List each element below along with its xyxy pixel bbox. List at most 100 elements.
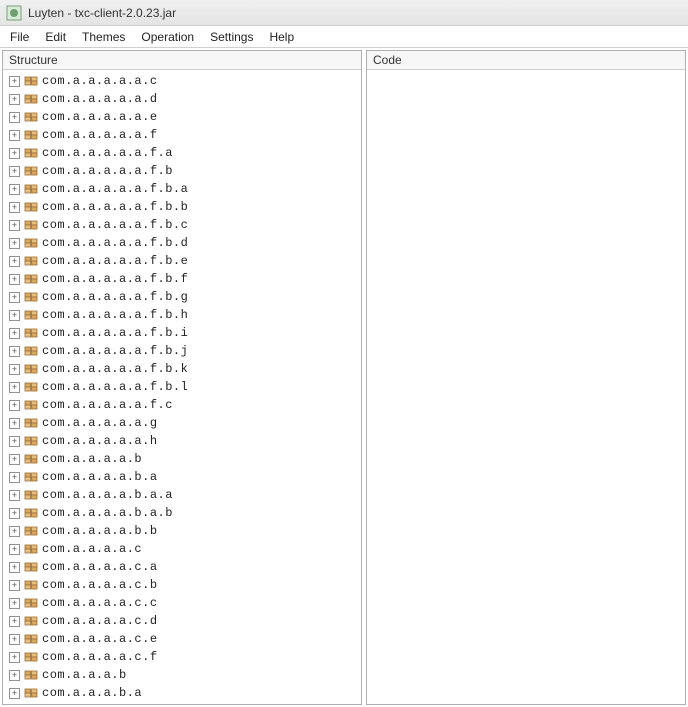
- expand-icon[interactable]: +: [9, 202, 20, 213]
- tree-row[interactable]: + com.a.a.a.a.b.b: [3, 522, 361, 540]
- tree-row[interactable]: + com.a.a.a.a.c.d: [3, 612, 361, 630]
- menu-file[interactable]: File: [2, 28, 37, 46]
- package-label: com.a.a.a.a.b.a: [42, 470, 158, 484]
- package-label: com.a.a.a.a.a.f.b.g: [42, 290, 188, 304]
- expand-icon[interactable]: +: [9, 256, 20, 267]
- expand-icon[interactable]: +: [9, 454, 20, 465]
- expand-icon[interactable]: +: [9, 688, 20, 699]
- tree-row[interactable]: + com.a.a.a.a.a.f.b.k: [3, 360, 361, 378]
- tree-row[interactable]: + com.a.a.a.a.b.a.a: [3, 486, 361, 504]
- package-label: com.a.a.a.a.a.f.b.i: [42, 326, 188, 340]
- tree-row[interactable]: + com.a.a.a.a.a.f.b.j: [3, 342, 361, 360]
- expand-icon[interactable]: +: [9, 364, 20, 375]
- tree-row[interactable]: + com.a.a.a.a.c: [3, 540, 361, 558]
- tree-row[interactable]: + com.a.a.a.a.a.f.b.g: [3, 288, 361, 306]
- tree-row[interactable]: + com.a.a.a.a.a.h: [3, 432, 361, 450]
- expand-icon[interactable]: +: [9, 418, 20, 429]
- expand-icon[interactable]: +: [9, 508, 20, 519]
- tree-row[interactable]: + com.a.a.a.a.a.g: [3, 414, 361, 432]
- expand-icon[interactable]: +: [9, 292, 20, 303]
- tree-row[interactable]: + com.a.a.a.a.b.a.b: [3, 504, 361, 522]
- tree-row[interactable]: + com.a.a.a.a.a.f.b.d: [3, 234, 361, 252]
- package-icon: [24, 416, 38, 430]
- tree-row[interactable]: + com.a.a.a.a.c.b: [3, 576, 361, 594]
- tree-row[interactable]: + com.a.a.a.a.c.c: [3, 594, 361, 612]
- expand-icon[interactable]: +: [9, 670, 20, 681]
- expand-icon[interactable]: +: [9, 400, 20, 411]
- tree-row[interactable]: + com.a.a.a.a.a.f.b.c: [3, 216, 361, 234]
- expand-icon[interactable]: +: [9, 544, 20, 555]
- expand-icon[interactable]: +: [9, 220, 20, 231]
- tree-row[interactable]: + com.a.a.a.a.a.f.b.h: [3, 306, 361, 324]
- tree-row[interactable]: + com.a.a.a.a.b.a: [3, 468, 361, 486]
- tree-row[interactable]: + com.a.a.a.a.a.e: [3, 108, 361, 126]
- tree-row[interactable]: + com.a.a.a.a.a.f.b.b: [3, 198, 361, 216]
- expand-icon[interactable]: +: [9, 652, 20, 663]
- expand-icon[interactable]: +: [9, 130, 20, 141]
- code-area[interactable]: [367, 70, 685, 704]
- package-icon: [24, 218, 38, 232]
- tree-row[interactable]: + com.a.a.a.a.a.d: [3, 90, 361, 108]
- expand-icon[interactable]: +: [9, 346, 20, 357]
- expand-icon[interactable]: +: [9, 580, 20, 591]
- expand-icon[interactable]: +: [9, 382, 20, 393]
- tree-row[interactable]: + com.a.a.a.a.a.f.b.f: [3, 270, 361, 288]
- menu-themes[interactable]: Themes: [74, 28, 133, 46]
- expand-icon[interactable]: +: [9, 616, 20, 627]
- menu-settings[interactable]: Settings: [202, 28, 261, 46]
- expand-icon[interactable]: +: [9, 310, 20, 321]
- tree-row[interactable]: + com.a.a.a.a.a.f.b.l: [3, 378, 361, 396]
- expand-icon[interactable]: +: [9, 472, 20, 483]
- tree-row[interactable]: + com.a.a.a.a.a.c: [3, 72, 361, 90]
- package-tree[interactable]: + com.a.a.a.a.a.c+ com.a.a.a.a.a.d+ com.…: [3, 70, 361, 704]
- tree-row[interactable]: + com.a.a.a.b.a.a: [3, 702, 361, 704]
- menu-help[interactable]: Help: [261, 28, 302, 46]
- tree-row[interactable]: + com.a.a.a.a.a.f.c: [3, 396, 361, 414]
- expand-icon[interactable]: +: [9, 598, 20, 609]
- tree-row[interactable]: + com.a.a.a.b: [3, 666, 361, 684]
- expand-icon[interactable]: +: [9, 94, 20, 105]
- structure-panel: Structure + com.a.a.a.a.a.c+ com.a.a.a.a…: [2, 50, 362, 705]
- package-icon: [24, 308, 38, 322]
- expand-icon[interactable]: +: [9, 490, 20, 501]
- tree-row[interactable]: + com.a.a.a.a.a.f.b.a: [3, 180, 361, 198]
- package-label: com.a.a.a.a.c.f: [42, 650, 158, 664]
- package-label: com.a.a.a.b.a: [42, 686, 142, 700]
- menu-operation[interactable]: Operation: [133, 28, 202, 46]
- package-label: com.a.a.a.a.a.f.b.j: [42, 344, 188, 358]
- tree-row[interactable]: + com.a.a.a.a.c.f: [3, 648, 361, 666]
- package-label: com.a.a.a.a.a.f.c: [42, 398, 173, 412]
- expand-icon[interactable]: +: [9, 238, 20, 249]
- expand-icon[interactable]: +: [9, 274, 20, 285]
- expand-icon[interactable]: +: [9, 526, 20, 537]
- expand-icon[interactable]: +: [9, 562, 20, 573]
- expand-icon[interactable]: +: [9, 184, 20, 195]
- tree-row[interactable]: + com.a.a.a.b.a: [3, 684, 361, 702]
- package-label: com.a.a.a.a.a.f.b.k: [42, 362, 188, 376]
- package-label: com.a.a.a.a.a.f.b.l: [42, 380, 188, 394]
- tree-row[interactable]: + com.a.a.a.a.a.f.b.i: [3, 324, 361, 342]
- tree-row[interactable]: + com.a.a.a.a.a.f.b: [3, 162, 361, 180]
- tree-row[interactable]: + com.a.a.a.a.b: [3, 450, 361, 468]
- expand-icon[interactable]: +: [9, 76, 20, 87]
- package-label: com.a.a.a.a.a.f.b.h: [42, 308, 188, 322]
- expand-icon[interactable]: +: [9, 166, 20, 177]
- expand-icon[interactable]: +: [9, 148, 20, 159]
- titlebar: Luyten - txc-client-2.0.23.jar: [0, 0, 688, 26]
- tree-row[interactable]: + com.a.a.a.a.a.f.b.e: [3, 252, 361, 270]
- tree-row[interactable]: + com.a.a.a.a.a.f: [3, 126, 361, 144]
- package-icon: [24, 686, 38, 700]
- expand-icon[interactable]: +: [9, 328, 20, 339]
- expand-icon[interactable]: +: [9, 112, 20, 123]
- package-icon: [24, 182, 38, 196]
- package-label: com.a.a.a.a.a.f: [42, 128, 158, 142]
- expand-icon[interactable]: +: [9, 634, 20, 645]
- tree-row[interactable]: + com.a.a.a.a.a.f.a: [3, 144, 361, 162]
- tree-row[interactable]: + com.a.a.a.a.c.a: [3, 558, 361, 576]
- tree-row[interactable]: + com.a.a.a.a.c.e: [3, 630, 361, 648]
- expand-icon[interactable]: +: [9, 436, 20, 447]
- package-label: com.a.a.a.a.a.h: [42, 434, 158, 448]
- package-label: com.a.a.a.a.b.b: [42, 524, 158, 538]
- package-label: com.a.a.a.a.a.f.b.f: [42, 272, 188, 286]
- menu-edit[interactable]: Edit: [37, 28, 74, 46]
